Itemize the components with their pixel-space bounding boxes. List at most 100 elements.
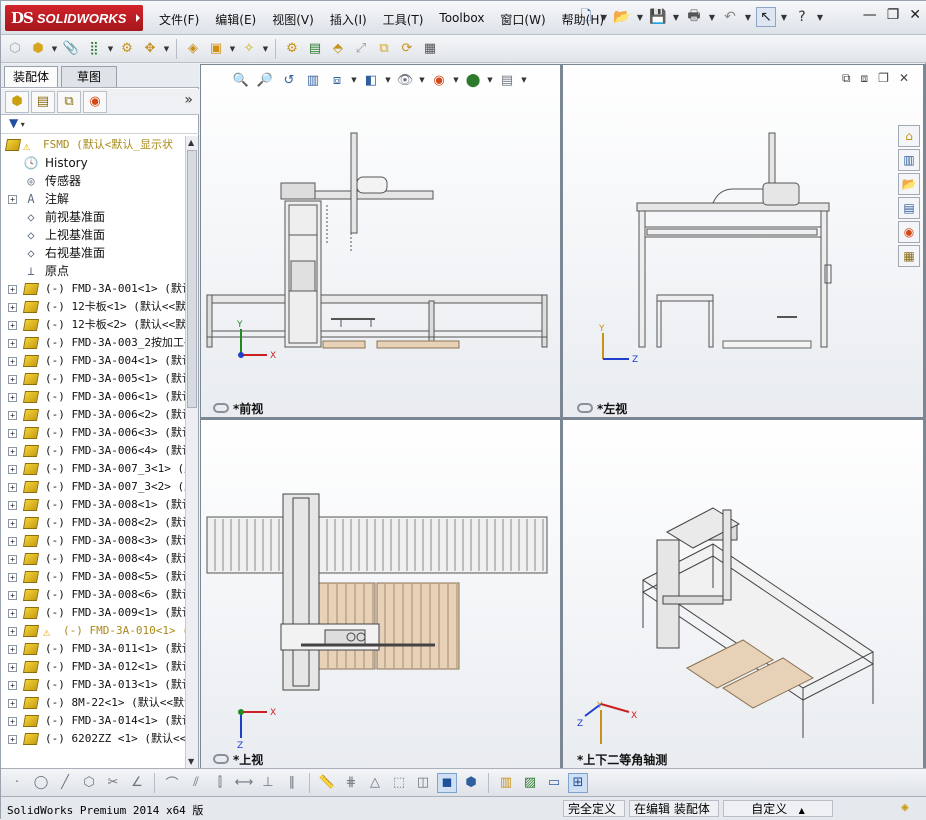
dimension-icon[interactable]: ⟷ — [234, 773, 254, 793]
assembly-features-icon[interactable]: ▣ — [206, 39, 226, 59]
expand-toggle[interactable]: + — [8, 717, 17, 726]
mirror-icon[interactable]: ⫿ — [210, 773, 230, 793]
property-manager-tab-icon[interactable]: ▤ — [31, 90, 55, 113]
expand-toggle[interactable]: + — [8, 735, 17, 744]
tree-component[interactable]: + (-) FMD-3A-009<1> (默认 — [1, 604, 185, 622]
tree-component[interactable]: + (-) FMD-3A-004<1> (默认 — [1, 352, 185, 370]
instant3d-icon[interactable]: ▦ — [420, 39, 440, 59]
scroll-thumb[interactable] — [187, 150, 197, 408]
expand-toggle[interactable]: + — [8, 429, 17, 438]
tree-component[interactable]: + (-) FMD-3A-008<2> (默认 — [1, 514, 185, 532]
select-dropdown-icon[interactable]: ▼ — [780, 7, 788, 27]
pattern-dropdown-icon[interactable]: ▼ — [107, 39, 114, 59]
new-document-icon[interactable]: 🗋 — [576, 7, 596, 27]
menu-file[interactable]: 文件(F) — [151, 9, 207, 30]
new-motion-study-icon[interactable]: ⚙ — [282, 39, 302, 59]
file-explorer-icon[interactable]: 📂 — [898, 173, 920, 195]
viewport-left[interactable]: ⧉ ⧈ ❐ ✕ Y Z *左视 ⌂ ▥ 📂 ▤ ◉ ▦ — [563, 65, 923, 417]
undo-icon[interactable]: ↶ — [720, 7, 740, 27]
menu-tools[interactable]: 工具(T) — [375, 9, 432, 30]
tree-component[interactable]: + (-) FMD-3A-007_3<1> (默 — [1, 460, 185, 478]
tree-item-6[interactable]: ◇ 右视基准面 — [1, 244, 185, 262]
link-views-icon[interactable] — [577, 403, 593, 413]
show-hidden-icon[interactable]: ◈ — [183, 39, 203, 59]
help-icon[interactable]: ? — [792, 7, 812, 27]
tree-component[interactable]: + (-) 12卡板<2> (默认<<默 — [1, 316, 185, 334]
expand-toggle[interactable]: + — [8, 627, 17, 636]
wireframe-cube-icon[interactable]: ◫ — [413, 773, 433, 793]
expand-toggle[interactable]: + — [8, 555, 17, 564]
link-views-icon[interactable] — [213, 754, 229, 764]
view-palette-icon[interactable]: ▤ — [898, 197, 920, 219]
expand-toggle[interactable]: + — [8, 681, 17, 690]
grid-icon[interactable]: ⋕ — [341, 773, 361, 793]
menu-toolbox[interactable]: Toolbox — [431, 9, 492, 30]
expand-toggle[interactable]: + — [8, 519, 17, 528]
move-dropdown-icon[interactable]: ▼ — [163, 39, 170, 59]
tree-component[interactable]: + (-) FMD-3A-013<1> (默认 — [1, 676, 185, 694]
tree-item-7[interactable]: ⊥ 原点 — [1, 262, 185, 280]
construction-icon[interactable]: ∥ — [282, 773, 302, 793]
expand-toggle[interactable]: + — [8, 699, 17, 708]
viewport-front[interactable]: 🔍 🔎 ↺ ▥ ⧈ ▼ ◧ ▼ 👁 ▼ ◉ ▼ ⬤ ▼ ▤ ▼ Y X *前视 — [201, 65, 560, 417]
tree-component[interactable]: + (-) 6202ZZ <1> (默认<<默 — [1, 730, 185, 748]
tree-component[interactable]: + (-) 12卡板<1> (默认<<默 — [1, 298, 185, 316]
tree-component[interactable]: + (-) FMD-3A-005<1> (默认 — [1, 370, 185, 388]
insert-components-icon[interactable]: ⬢ — [28, 39, 48, 59]
angle-icon[interactable]: ∠ — [127, 773, 147, 793]
tree-component[interactable]: + (-) FMD-3A-006<2> (默认 — [1, 406, 185, 424]
filter-dropdown-icon[interactable]: ▾ — [18, 120, 25, 129]
expand-toggle[interactable]: + — [8, 321, 17, 330]
tree-component[interactable]: + (-) FMD-3A-006<1> (默认 — [1, 388, 185, 406]
move-component-icon[interactable]: ✥ — [140, 39, 160, 59]
expand-toggle[interactable]: + — [8, 609, 17, 618]
features-dropdown-icon[interactable]: ▼ — [229, 39, 236, 59]
tree-component[interactable]: + (-) FMD-3A-006<3> (默认 — [1, 424, 185, 442]
polygon-icon[interactable]: ⬡ — [79, 773, 99, 793]
select-arrow-icon[interactable]: ↖ — [756, 7, 776, 27]
save-icon[interactable]: 💾 — [648, 7, 668, 27]
circle-icon[interactable]: ◯ — [31, 773, 51, 793]
trim-icon[interactable]: ✂ — [103, 773, 123, 793]
menu-edit[interactable]: 编辑(E) — [207, 9, 264, 30]
four-view-icon[interactable]: ⊞ — [568, 772, 588, 793]
tree-component[interactable]: + (-) FMD-3A-007_3<2> (默 — [1, 478, 185, 496]
expand-toggle[interactable]: + — [8, 375, 17, 384]
tree-component[interactable]: + (-) FMD-3A-012<1> (默认 — [1, 658, 185, 676]
filter-funnel-icon[interactable]: ▼ — [9, 116, 18, 130]
reference-geometry-icon[interactable]: ✧ — [239, 39, 259, 59]
expand-toggle[interactable]: + — [8, 663, 17, 672]
clearance-verification-icon[interactable]: ⟳ — [397, 39, 417, 59]
tree-component[interactable]: + (-) FMD-3A-003_2按加工< — [1, 334, 185, 352]
unit-system-arrow-icon[interactable]: ▲ — [799, 806, 805, 815]
bill-of-materials-icon[interactable]: ▤ — [305, 39, 325, 59]
reference-dropdown-icon[interactable]: ▼ — [262, 39, 269, 59]
relation-icon[interactable]: ⊥ — [258, 773, 278, 793]
quick-tips-icon[interactable]: ◈ — [901, 800, 909, 815]
expand-toggle[interactable]: + — [8, 357, 17, 366]
tree-filter[interactable]: ▼ ▾ — [1, 116, 199, 134]
expand-toggle[interactable]: + — [8, 465, 17, 474]
appearances-icon[interactable]: ◉ — [898, 221, 920, 243]
interference-detection-icon[interactable]: ⧉ — [374, 39, 394, 59]
expand-toggle[interactable]: + — [8, 501, 17, 510]
triangle-icon[interactable]: △ — [365, 773, 385, 793]
expand-toggle[interactable]: + — [8, 483, 17, 492]
custom-properties-icon[interactable]: ▦ — [898, 245, 920, 267]
print-icon[interactable]: 🖶 — [684, 7, 704, 27]
tree-component[interactable]: + (-) FMD-3A-014<1> (默认 — [1, 712, 185, 730]
tree-item-3[interactable]: + A 注解 — [1, 190, 185, 208]
point-icon[interactable]: · — [7, 773, 27, 793]
expand-toggle[interactable]: + — [8, 591, 17, 600]
fillet-icon[interactable]: ⌒ — [162, 773, 182, 793]
ruler-icon[interactable]: 📏 — [317, 773, 337, 793]
expand-toggle[interactable]: + — [8, 411, 17, 420]
display-manager-tab-icon[interactable]: ◉ — [83, 90, 107, 113]
viewport-top[interactable]: Z X *上视 — [201, 420, 560, 768]
unit-system-selector[interactable]: 自定义 ▲ — [723, 800, 833, 817]
close-icon[interactable]: ✕ — [909, 7, 921, 23]
restore-icon[interactable]: ❐ — [887, 7, 900, 23]
linear-pattern-icon[interactable]: ⣿ — [84, 39, 104, 59]
undo-dropdown-icon[interactable]: ▼ — [744, 7, 752, 27]
tree-component[interactable]: + (-) 8M-22<1> (默认<<默认 — [1, 694, 185, 712]
